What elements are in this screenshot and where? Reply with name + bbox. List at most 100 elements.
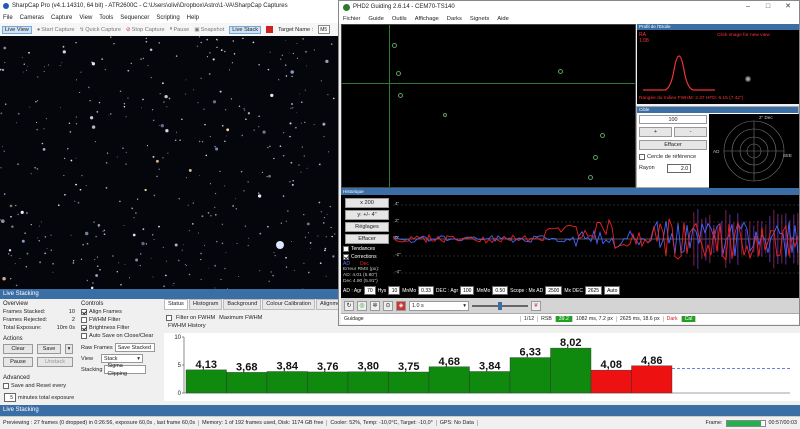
star <box>287 210 289 212</box>
minimize-icon[interactable]: – <box>739 1 757 13</box>
target-name-field[interactable]: M5 <box>318 25 331 34</box>
save-reset-checkbox[interactable] <box>3 383 9 389</box>
raw-frames-select[interactable]: Save Stacked <box>114 343 155 352</box>
target-zoom-out-button[interactable]: - <box>674 127 707 137</box>
loop-icon[interactable]: ↻ <box>344 300 354 311</box>
phd-menu-guide[interactable]: Guide <box>368 16 383 22</box>
brain-icon[interactable]: ❦ <box>531 300 541 311</box>
pause-button[interactable]: ⏸ Pause <box>170 26 190 33</box>
target-ra-label: StrE <box>783 153 792 158</box>
menu-file[interactable]: File <box>3 15 13 21</box>
mx-dec-input[interactable]: 2625 <box>584 286 603 295</box>
guide-graph[interactable]: 4" 2" 0" -2" -4" <box>392 195 799 283</box>
mnmo-label: MnMo <box>402 287 417 294</box>
menu-scripting[interactable]: Scripting <box>156 15 179 21</box>
star-profile-panel[interactable]: Profil de l'Etoile RA 1.08 Click image f… <box>637 24 799 104</box>
graph-settings-button[interactable]: Réglages <box>345 222 389 232</box>
brightness-filter-checkbox[interactable] <box>81 325 87 331</box>
star <box>34 167 36 169</box>
phd-status-ms2: 2625 ms, 18.6 px <box>617 316 664 322</box>
target-zoom-select[interactable]: 100 <box>639 115 707 124</box>
hys-input[interactable]: 10 <box>388 286 401 295</box>
stack-pause-button[interactable]: Pause <box>3 357 33 367</box>
mount-connect-icon[interactable]: ◈ <box>396 300 406 311</box>
star <box>216 46 218 48</box>
live-stack-label: Live Stack <box>232 26 259 33</box>
star <box>163 101 165 103</box>
star <box>43 128 45 130</box>
desktop: SharpCap Pro (v4.1.14310, 64 bit) - ATR2… <box>0 0 800 429</box>
tab-colour-calibration[interactable]: Colour Calibration <box>262 299 315 310</box>
gamma-slider[interactable] <box>472 301 528 310</box>
ad-agr-input[interactable]: 70 <box>363 286 376 295</box>
save-reset-input[interactable]: 5 <box>4 393 16 402</box>
quick-capture-button[interactable]: ↯ Quick Capture <box>80 27 121 33</box>
dec-agr-label: DEC : Agr <box>435 287 459 294</box>
star <box>15 204 17 207</box>
fwhm-filter-checkbox[interactable] <box>81 317 87 323</box>
star <box>178 198 180 200</box>
tab-status[interactable]: Status <box>164 299 188 310</box>
star <box>164 94 168 99</box>
tab-histogram[interactable]: Histogram <box>188 299 223 310</box>
live-view-button[interactable]: Live View <box>2 25 32 34</box>
menu-view[interactable]: View <box>79 15 92 21</box>
menu-cameras[interactable]: Cameras <box>20 15 44 21</box>
graph-clear-button[interactable]: Effacer <box>345 234 389 244</box>
save-dropdown-icon[interactable]: ▾ <box>65 344 73 354</box>
filter-on-fwhm-checkbox[interactable] <box>166 314 172 321</box>
mx-ad-input[interactable]: 2500 <box>545 286 563 295</box>
exposure-select[interactable]: 1.0 s ▾ <box>409 300 469 311</box>
stacking-select[interactable]: Sigma Clipping <box>104 363 147 377</box>
dec-mnmo-input[interactable]: 0.50 <box>492 286 509 295</box>
stop-capture-button[interactable]: ⊘ Stop Capture <box>126 27 165 33</box>
star <box>279 145 282 147</box>
maximize-icon[interactable]: □ <box>759 1 777 13</box>
align-frames-checkbox[interactable] <box>81 309 87 315</box>
mnmo-input[interactable]: 0.33 <box>418 286 434 295</box>
live-view-image[interactable] <box>0 36 340 289</box>
clear-button[interactable]: Clear <box>3 344 33 354</box>
star <box>185 93 187 95</box>
color-button[interactable] <box>266 26 274 33</box>
radius-input[interactable]: 2.0 <box>667 164 691 173</box>
save-button[interactable]: Save <box>37 344 61 354</box>
star <box>259 232 262 235</box>
live-stacking-tab[interactable]: Live Stacking <box>0 405 800 416</box>
star <box>306 222 310 226</box>
menu-tools[interactable]: Tools <box>99 15 113 21</box>
auto-select[interactable]: Auto <box>604 286 621 295</box>
target-clear-button[interactable]: Effacer <box>639 140 707 150</box>
trends-checkbox[interactable] <box>343 246 349 252</box>
star-select-icon[interactable]: ✲ <box>370 300 380 311</box>
phd-menu-outils[interactable]: Outils <box>392 16 407 22</box>
x-scale-select[interactable]: x 200 <box>345 198 389 208</box>
menu-sequencer[interactable]: Sequencer <box>120 15 149 21</box>
tab-background[interactable]: Background <box>223 299 262 310</box>
snapshot-button[interactable]: ▣ Snapshot <box>194 27 224 33</box>
gamma-slider-thumb[interactable] <box>498 301 502 310</box>
live-stack-button[interactable]: Live Stack <box>229 25 262 34</box>
menu-help[interactable]: Help <box>187 15 199 21</box>
menu-capture[interactable]: Capture <box>51 15 72 21</box>
stop-icon[interactable]: ⊙ <box>383 300 393 311</box>
auto-save-checkbox[interactable] <box>81 333 87 339</box>
phd-menu-fichier[interactable]: Fichier <box>343 16 360 22</box>
y-scale-select[interactable]: y: +/- 4" <box>345 210 389 220</box>
star <box>110 36 112 38</box>
guide-camera-view[interactable] <box>341 24 636 188</box>
corrections-checkbox[interactable] <box>343 254 349 260</box>
star <box>17 163 19 165</box>
phd-menu-signets[interactable]: Signets <box>470 16 489 22</box>
unstack-button[interactable]: Unstack <box>37 357 73 367</box>
phd-menu-affichage[interactable]: Affichage <box>415 16 439 22</box>
close-icon[interactable]: ✕ <box>779 1 797 13</box>
ref-circle-checkbox[interactable] <box>639 154 645 160</box>
guide-icon[interactable]: ◎ <box>357 300 367 311</box>
target-zoom-in-button[interactable]: + <box>639 127 672 137</box>
start-capture-button[interactable]: ● Start Capture <box>37 27 75 33</box>
phd-menu-darks[interactable]: Darks <box>447 16 462 22</box>
star <box>79 188 82 191</box>
phd-menu-aide[interactable]: Aide <box>497 16 509 22</box>
dec-agr-input[interactable]: 100 <box>460 286 475 295</box>
